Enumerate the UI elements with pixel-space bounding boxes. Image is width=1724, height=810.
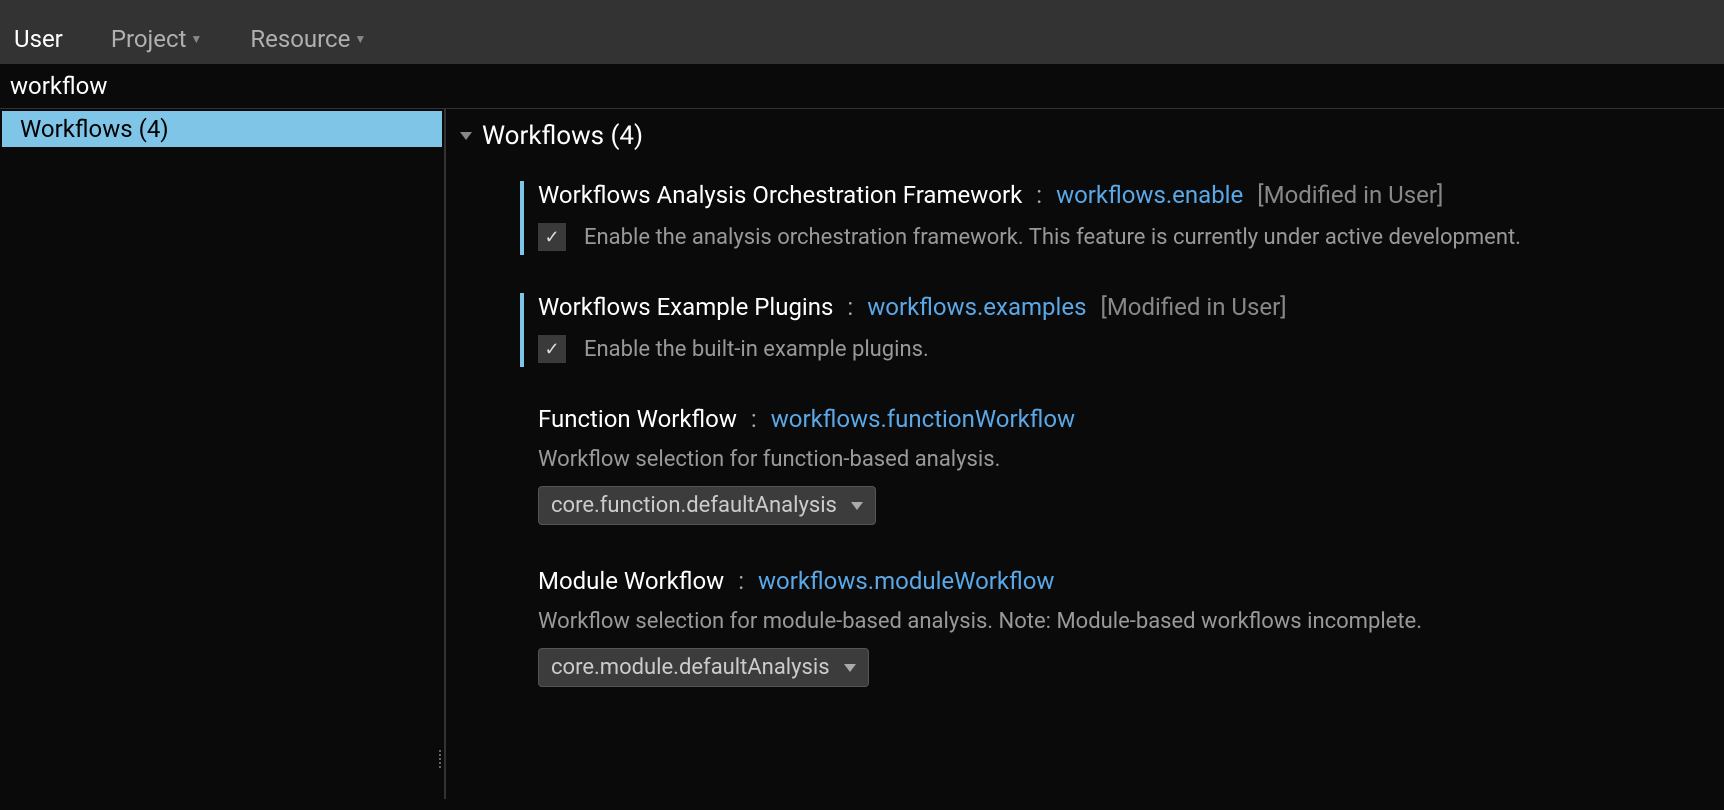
setting-description: Workflow selection for module-based anal… <box>520 609 1724 634</box>
checkbox[interactable]: ✓ <box>538 223 566 251</box>
colon: : <box>738 567 744 595</box>
sidebar: Workflows (4) <box>0 109 446 799</box>
setting-key: workflows.moduleWorkflow <box>758 567 1054 595</box>
chevron-down-icon[interactable] <box>460 132 472 140</box>
setting-title: Function Workflow <box>538 405 737 433</box>
tab-user[interactable]: User <box>10 25 67 53</box>
setting-block: Workflows Example Plugins : workflows.ex… <box>520 293 1724 363</box>
setting-description: Enable the built-in example plugins. <box>584 337 929 362</box>
sidebar-item-label: Workflows (4) <box>20 115 169 143</box>
setting-title: Workflows Analysis Orchestration Framewo… <box>538 181 1022 209</box>
colon: : <box>1036 181 1042 209</box>
caret-down-icon <box>851 502 863 510</box>
settings-list: Workflows Analysis Orchestration Framewo… <box>460 181 1724 687</box>
setting-description: Workflow selection for function-based an… <box>520 447 1724 472</box>
section-title: Workflows (4) <box>482 121 643 151</box>
tab-project-label: Project <box>111 25 187 53</box>
section-header: Workflows (4) <box>460 121 1724 151</box>
tab-project[interactable]: Project ▼ <box>107 25 207 53</box>
setting-title: Module Workflow <box>538 567 724 595</box>
tab-user-label: User <box>14 25 63 53</box>
setting-title: Workflows Example Plugins <box>538 293 833 321</box>
sidebar-item-workflows[interactable]: Workflows (4) <box>2 111 442 147</box>
scope-tab-bar: User Project ▼ Resource ▼ <box>0 14 1724 64</box>
settings-content: Workflows (4) Workflows Analysis Orchest… <box>446 109 1724 799</box>
setting-key: workflows.enable <box>1056 181 1243 209</box>
setting-description: Enable the analysis orchestration framew… <box>584 225 1521 250</box>
setting-header: Module Workflow : workflows.moduleWorkfl… <box>520 567 1724 595</box>
setting-block: Module Workflow : workflows.moduleWorkfl… <box>520 567 1724 687</box>
top-spacer <box>0 0 1724 14</box>
setting-header: Workflows Analysis Orchestration Framewo… <box>520 181 1724 209</box>
setting-key: workflows.functionWorkflow <box>771 405 1075 433</box>
dropdown-function-workflow[interactable]: core.function.defaultAnalysis <box>538 486 876 525</box>
dropdown-value: core.function.defaultAnalysis <box>551 493 837 518</box>
tab-resource[interactable]: Resource ▼ <box>246 25 370 53</box>
caret-down-icon: ▼ <box>190 32 202 46</box>
setting-header: Workflows Example Plugins : workflows.ex… <box>520 293 1724 321</box>
caret-down-icon: ▼ <box>354 32 366 46</box>
colon: : <box>751 405 757 433</box>
caret-down-icon <box>844 664 856 672</box>
dropdown-module-workflow[interactable]: core.module.defaultAnalysis <box>538 648 869 687</box>
colon: : <box>847 293 853 321</box>
main-area: Workflows (4) Workflows (4) Workflows An… <box>0 109 1724 799</box>
tab-resource-label: Resource <box>250 25 350 53</box>
setting-header: Function Workflow : workflows.functionWo… <box>520 405 1724 433</box>
setting-key: workflows.examples <box>867 293 1086 321</box>
setting-block: Function Workflow : workflows.functionWo… <box>520 405 1724 525</box>
resize-handle[interactable] <box>436 739 444 779</box>
checkbox[interactable]: ✓ <box>538 335 566 363</box>
modified-indicator <box>520 293 524 367</box>
setting-scope: [Modified in User] <box>1100 293 1286 321</box>
search-input[interactable] <box>10 72 1714 100</box>
setting-body: ✓ Enable the built-in example plugins. <box>520 335 1724 363</box>
setting-scope: [Modified in User] <box>1257 181 1443 209</box>
setting-block: Workflows Analysis Orchestration Framewo… <box>520 181 1724 251</box>
modified-indicator <box>520 181 524 255</box>
setting-body: ✓ Enable the analysis orchestration fram… <box>520 223 1724 251</box>
search-bar <box>0 64 1724 109</box>
dropdown-value: core.module.defaultAnalysis <box>551 655 830 680</box>
